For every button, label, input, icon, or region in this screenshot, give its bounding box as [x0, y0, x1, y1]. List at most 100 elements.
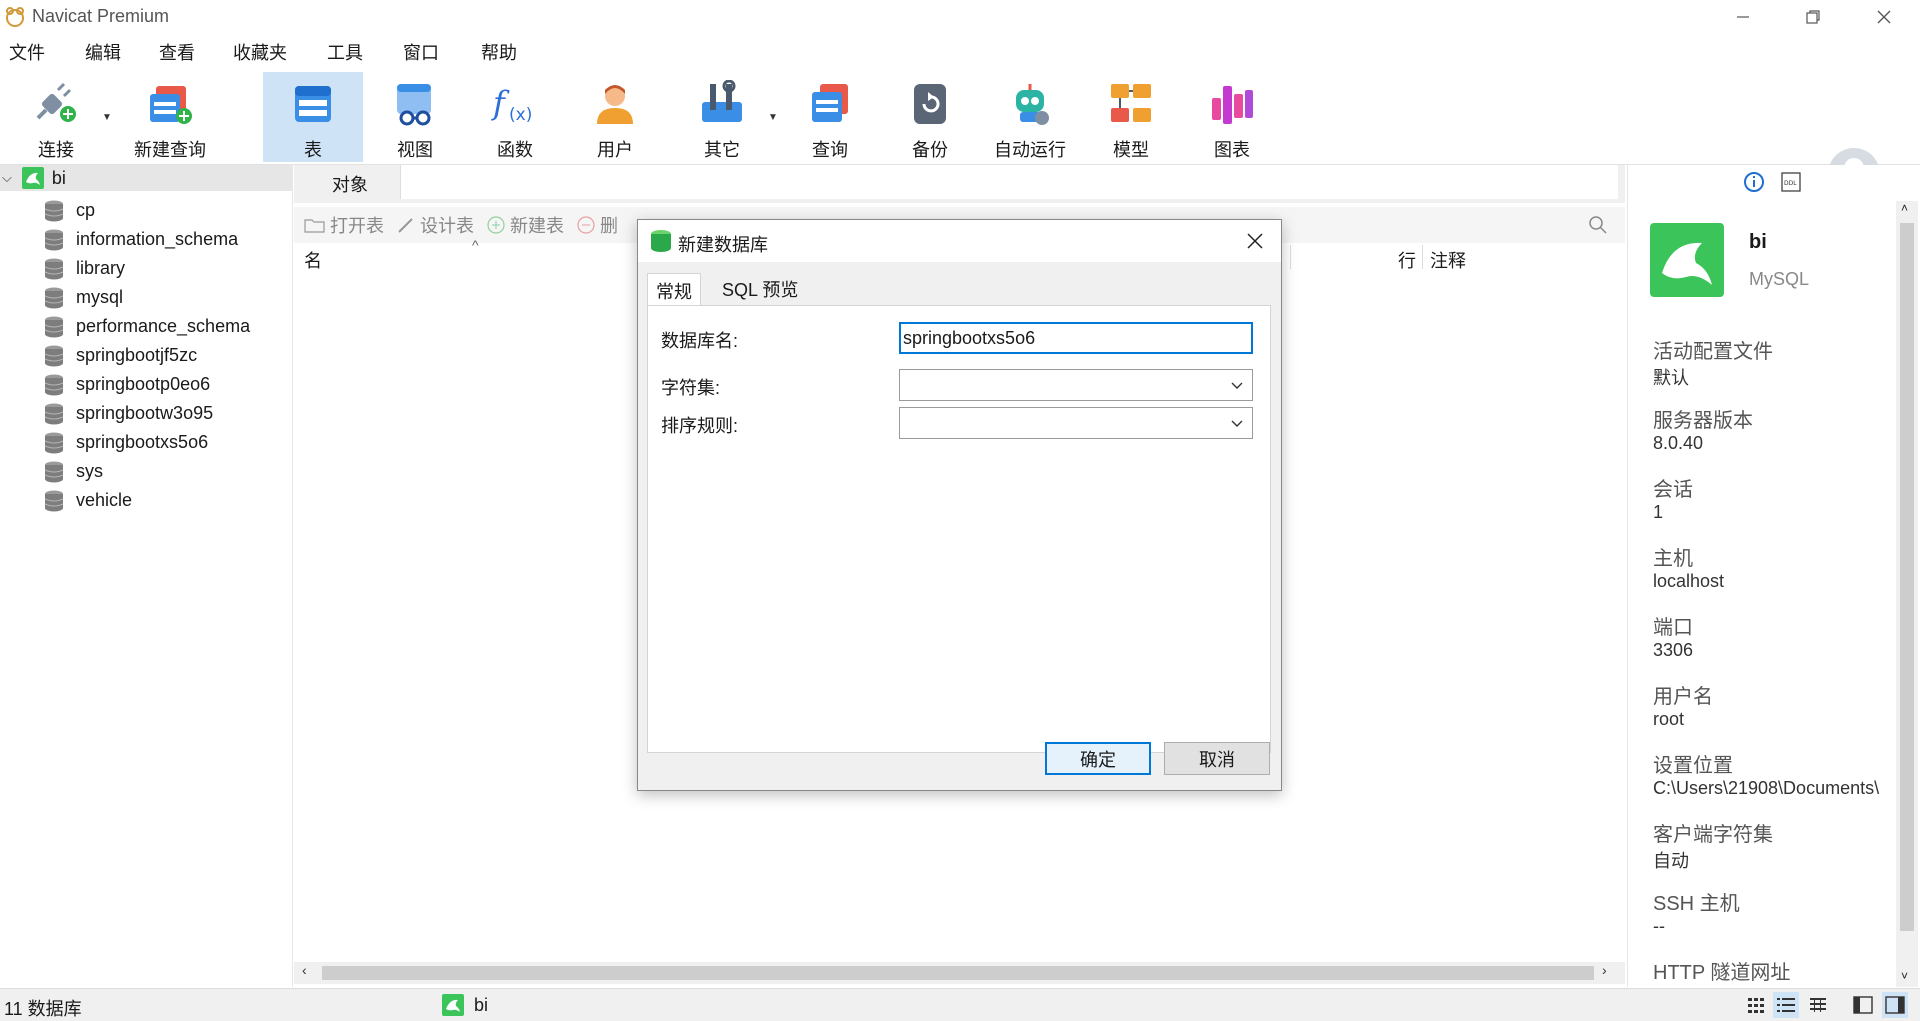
- tree-item-database[interactable]: mysql: [44, 283, 123, 312]
- db-name-input[interactable]: springbootxs5o6: [899, 322, 1253, 354]
- right-panel-toggle-icon[interactable]: [1882, 992, 1908, 1018]
- database-icon: [44, 258, 64, 279]
- tree-item-database[interactable]: springbootxs5o6: [44, 428, 208, 457]
- tree-item-database[interactable]: springbootw3o95: [44, 399, 213, 428]
- table-icon: [295, 86, 331, 122]
- status-bar: 11 数据库 bi: [0, 988, 1920, 1021]
- delete-table-button[interactable]: 删: [576, 212, 618, 238]
- connection-item-bi[interactable]: ⌵ bi: [0, 165, 292, 191]
- close-window-button[interactable]: [1855, 0, 1913, 34]
- menu-favorites[interactable]: 收藏夹: [213, 39, 305, 65]
- column-divider: [1422, 245, 1423, 269]
- list-view-icon[interactable]: [1773, 992, 1799, 1018]
- other-button[interactable]: 其它: [672, 72, 772, 162]
- menu-window[interactable]: 窗口: [381, 39, 457, 65]
- new-query-icon: [150, 86, 192, 124]
- info-key: SSH 主机: [1653, 893, 1740, 915]
- horizontal-scrollbar[interactable]: ‹ ›: [294, 962, 1625, 984]
- tree-item-database[interactable]: information_schema: [44, 225, 238, 254]
- navicat-logo-icon: [6, 7, 24, 27]
- info-value: 默认: [1653, 368, 1689, 388]
- tab-objects[interactable]: 对象: [298, 165, 402, 203]
- database-icon: [44, 403, 64, 424]
- chart-button[interactable]: 图表: [1182, 72, 1282, 162]
- menu-tools[interactable]: 工具: [305, 39, 381, 65]
- cancel-button[interactable]: 取消: [1164, 742, 1270, 775]
- info-key: HTTP 隧道网址: [1653, 962, 1791, 984]
- view-button[interactable]: 视图: [365, 72, 465, 162]
- detail-view-icon[interactable]: [1808, 995, 1828, 1015]
- info-key: 活动配置文件: [1653, 341, 1773, 363]
- scroll-down-icon[interactable]: ˅: [1901, 969, 1908, 983]
- svg-text:f: f: [491, 84, 510, 122]
- charset-select[interactable]: [899, 369, 1253, 401]
- menu-help[interactable]: 帮助: [457, 39, 535, 65]
- connection-tree: ⌵ bi cp information_schema library mysql per…: [0, 165, 293, 987]
- column-name[interactable]: 名: [304, 247, 322, 273]
- info-value: root: [1653, 709, 1685, 729]
- ok-button[interactable]: 确定: [1045, 742, 1151, 775]
- menu-file[interactable]: 文件: [0, 39, 63, 65]
- scroll-right-icon[interactable]: ›: [1602, 962, 1607, 978]
- menu-edit[interactable]: 编辑: [63, 39, 139, 65]
- function-button[interactable]: f (x) 函数: [465, 72, 565, 162]
- vertical-scrollbar[interactable]: ˄ ˅: [1896, 201, 1918, 987]
- tree-item-database[interactable]: springbootjf5zc: [44, 341, 197, 370]
- close-icon[interactable]: [1246, 232, 1264, 250]
- new-table-button[interactable]: 新建表: [486, 212, 564, 238]
- connect-dropdown-icon[interactable]: ▼: [102, 112, 112, 123]
- tree-item-database[interactable]: sys: [44, 457, 103, 486]
- connect-button[interactable]: 连接: [16, 72, 96, 162]
- scroll-thumb[interactable]: [322, 966, 1594, 980]
- delete-table-label: 删: [600, 216, 618, 236]
- scroll-thumb[interactable]: [1900, 223, 1914, 931]
- collation-select[interactable]: [899, 407, 1253, 439]
- chevron-down-icon[interactable]: ⌵: [2, 170, 12, 186]
- auto-run-button[interactable]: 自动运行: [980, 72, 1080, 162]
- info-icon[interactable]: [1743, 171, 1765, 193]
- dialog-tab-general[interactable]: 常规: [647, 273, 701, 307]
- plus-circle-icon: [487, 216, 505, 234]
- backup-button[interactable]: 备份: [880, 72, 980, 162]
- tree-item-database[interactable]: performance_schema: [44, 312, 250, 341]
- scroll-up-icon[interactable]: ˄: [1901, 201, 1908, 215]
- ddl-icon[interactable]: DDL: [1780, 171, 1802, 193]
- grid-view-icon[interactable]: [1746, 995, 1766, 1015]
- database-label: springbootxs5o6: [76, 432, 209, 452]
- design-table-button[interactable]: 设计表: [396, 212, 474, 238]
- table-button[interactable]: 表: [263, 72, 363, 162]
- open-table-button[interactable]: 打开表: [304, 212, 384, 238]
- collation-label: 排序规则:: [661, 416, 739, 436]
- info-panel: DDL bi MySQL 活动配置文件 默认 服务器版本 8.0.40 会话 1 主机 loc…: [1627, 165, 1920, 987]
- chevron-down-icon: [1231, 420, 1243, 427]
- column-divider: [1290, 245, 1291, 269]
- other-dropdown-icon[interactable]: ▼: [768, 112, 778, 123]
- column-rows[interactable]: 行: [1398, 247, 1416, 273]
- query-button[interactable]: 查询: [780, 72, 880, 162]
- left-panel-toggle-icon[interactable]: [1852, 994, 1874, 1016]
- mysql-large-icon: [1650, 223, 1724, 297]
- tree-item-database[interactable]: vehicle: [44, 486, 132, 515]
- restore-button[interactable]: [1784, 0, 1842, 34]
- tree-item-database[interactable]: library: [44, 254, 125, 283]
- mysql-connection-icon: [442, 994, 464, 1016]
- new-query-button[interactable]: 新建查询: [120, 72, 220, 162]
- chevron-down-icon: [1231, 382, 1243, 389]
- model-button[interactable]: 模型: [1081, 72, 1181, 162]
- database-label: mysql: [76, 287, 124, 307]
- info-value: 3306: [1653, 640, 1694, 660]
- menu-view[interactable]: 查看: [139, 39, 213, 65]
- dialog-title-bar[interactable]: 新建数据库: [638, 220, 1281, 262]
- scroll-left-icon[interactable]: ‹: [302, 962, 307, 978]
- tree-item-database[interactable]: springbootp0eo6: [44, 370, 210, 399]
- minimize-button[interactable]: [1714, 0, 1772, 34]
- minimize-icon: [1737, 16, 1749, 18]
- backup-label: 备份: [912, 140, 948, 160]
- search-icon[interactable]: [1588, 215, 1608, 235]
- connect-label: 连接: [38, 140, 74, 160]
- tree-item-database[interactable]: cp: [44, 196, 95, 225]
- user-button[interactable]: 用户: [565, 72, 665, 162]
- chart-label: 图表: [1214, 140, 1250, 160]
- dialog-tab-sql-preview[interactable]: SQL 预览: [714, 273, 806, 305]
- column-comment[interactable]: 注释: [1430, 247, 1466, 273]
